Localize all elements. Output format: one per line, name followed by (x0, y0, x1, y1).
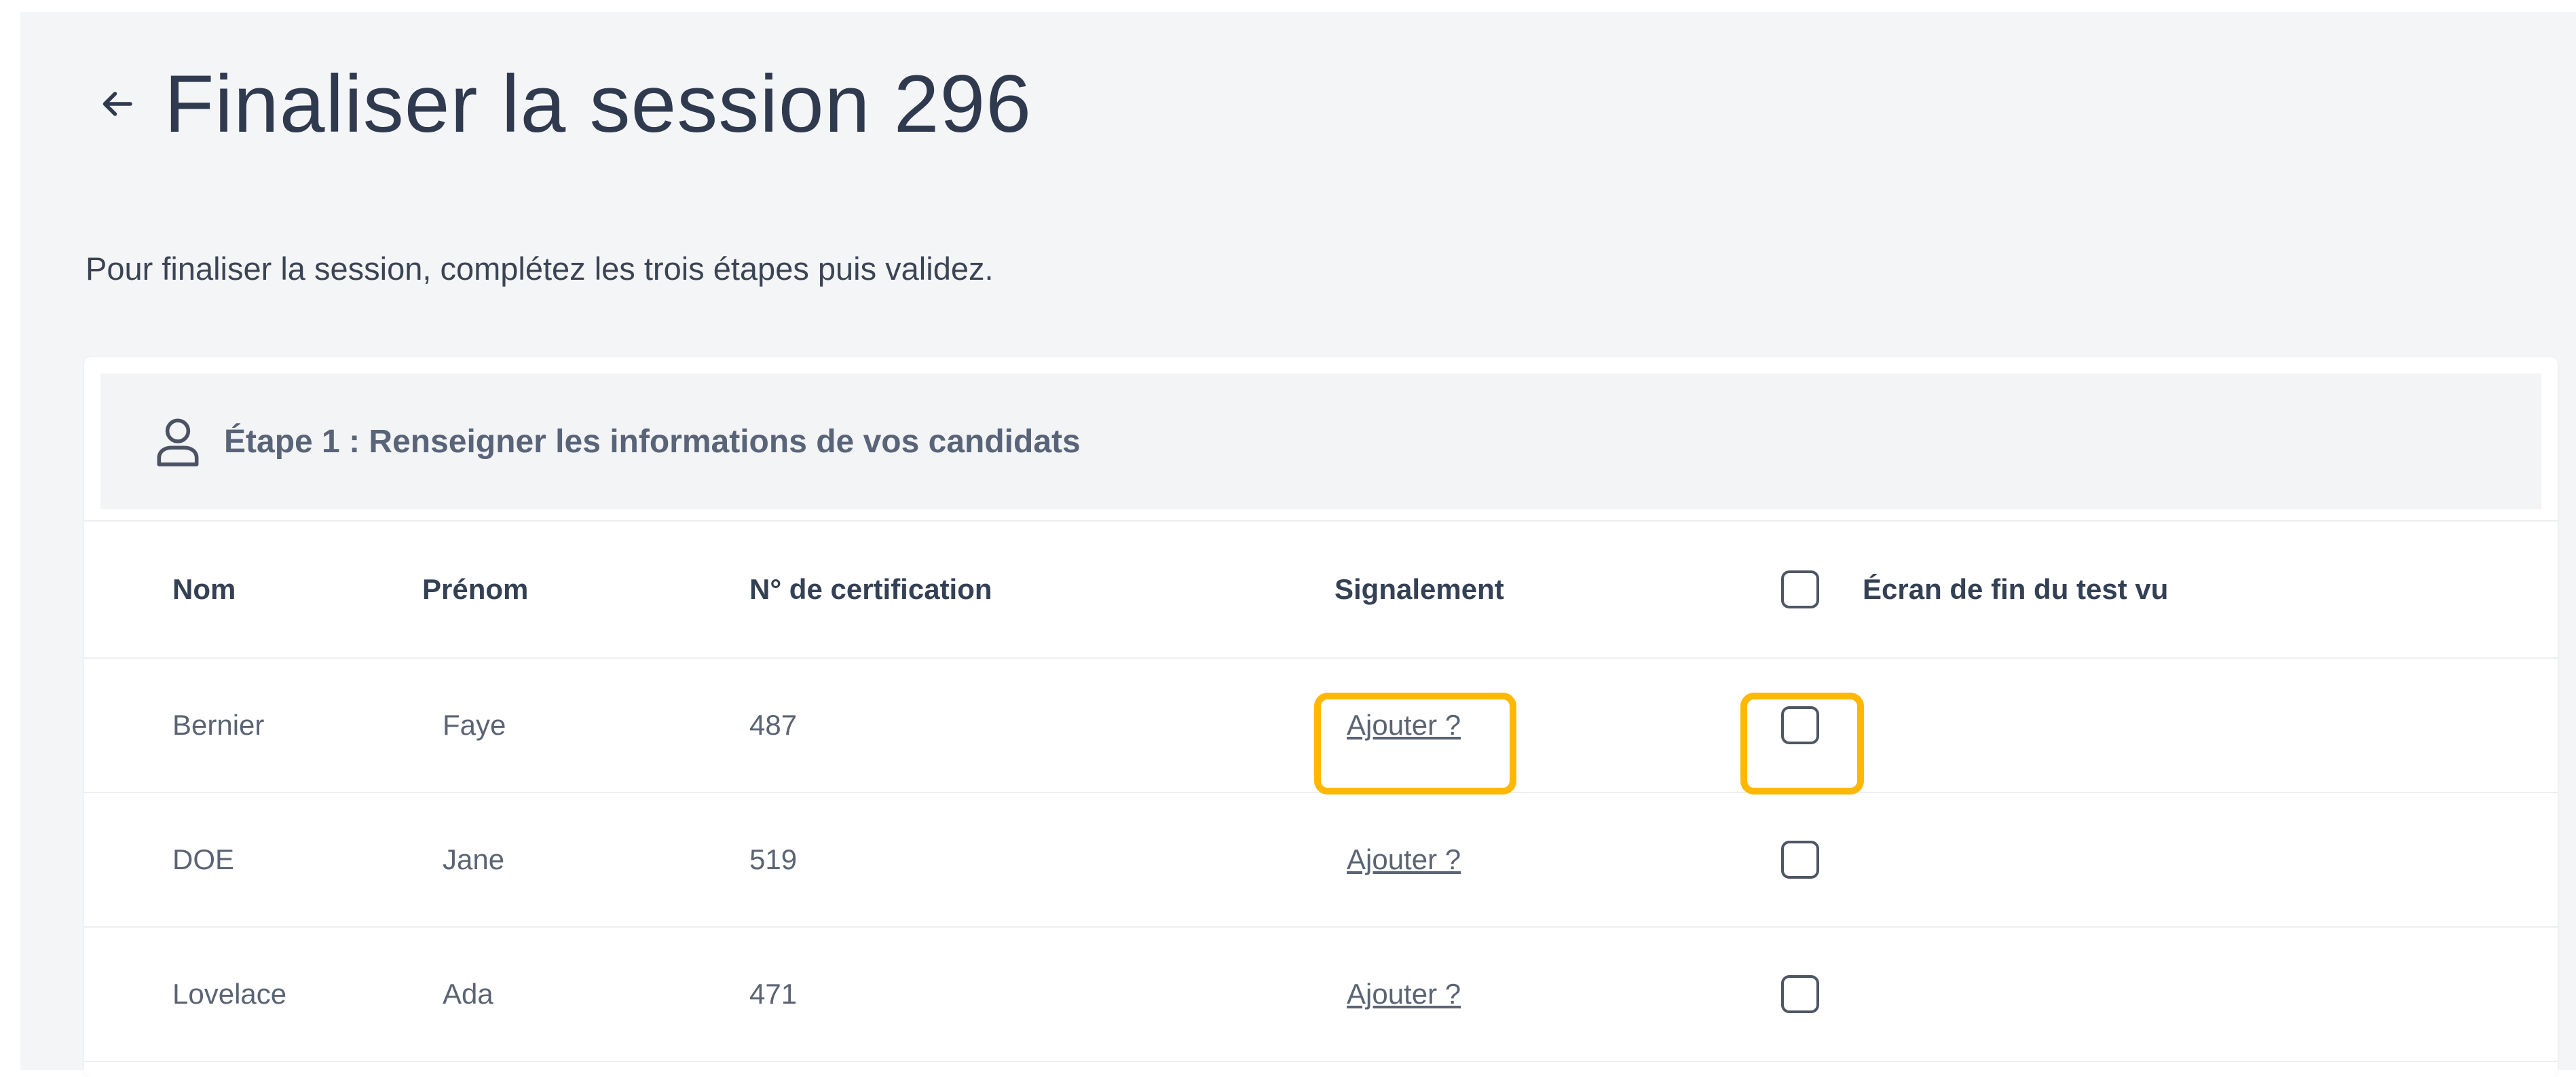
column-header-certification: N° de certification (749, 573, 992, 605)
select-all-checkbox[interactable] (1781, 570, 1819, 608)
step1-title: Étape 1 : Renseigner les informations de… (224, 423, 1081, 460)
page-container: Finaliser la session 296 Pour finaliser … (20, 12, 2576, 1077)
arrow-left-icon[interactable] (96, 84, 137, 124)
cell-prenom: Faye (443, 709, 506, 741)
cell-prenom: Jane (443, 843, 505, 875)
cell-certification: 471 (749, 978, 798, 1010)
user-icon (157, 418, 199, 467)
end-screen-checkbox[interactable] (1781, 706, 1819, 744)
cell-nom: Lovelace (172, 978, 287, 1010)
checkbox-cell (1781, 928, 1819, 1061)
step1-card: Étape 1 : Renseigner les informations de… (84, 357, 2558, 1077)
column-header-ecran-fin: Écran de fin du test vu (1863, 573, 2169, 605)
page-title: Finaliser la session 296 (164, 58, 1032, 149)
select-all-checkbox-cell (1781, 522, 1819, 657)
checkbox-cell (1781, 659, 1819, 792)
cell-nom: Bernier (172, 709, 265, 741)
signalement-cell: Ajouter ? (1347, 793, 1461, 926)
add-signalement-link[interactable]: Ajouter ? (1347, 709, 1461, 742)
column-header-nom: Nom (172, 573, 236, 605)
intro-text: Pour finaliser la session, complétez les… (86, 251, 994, 287)
step1-header: Étape 1 : Renseigner les informations de… (100, 373, 2541, 509)
add-signalement-link[interactable]: Ajouter ? (1347, 978, 1461, 1010)
table-row: Lovelace Ada 471 Ajouter ? (84, 928, 2558, 1062)
column-header-prenom: Prénom (422, 573, 529, 605)
title-row: Finaliser la session 296 (96, 53, 1032, 155)
signalement-cell: Ajouter ? (1347, 659, 1461, 792)
column-header-signalement: Signalement (1334, 573, 1504, 605)
checkbox-cell (1781, 793, 1819, 926)
cell-prenom: Ada (443, 978, 493, 1010)
table-row: Bernier Faye 487 Ajouter ? (84, 659, 2558, 793)
cell-nom: DOE (172, 843, 235, 875)
add-signalement-link[interactable]: Ajouter ? (1347, 843, 1461, 876)
table-header: Nom Prénom N° de certification Signaleme… (84, 522, 2558, 659)
table-row: DOE Jane 519 Ajouter ? (84, 793, 2558, 928)
cell-certification: 487 (749, 709, 798, 741)
cell-certification: 519 (749, 843, 798, 875)
signalement-cell: Ajouter ? (1347, 928, 1461, 1061)
end-screen-checkbox[interactable] (1781, 975, 1819, 1013)
end-screen-checkbox[interactable] (1781, 841, 1819, 879)
